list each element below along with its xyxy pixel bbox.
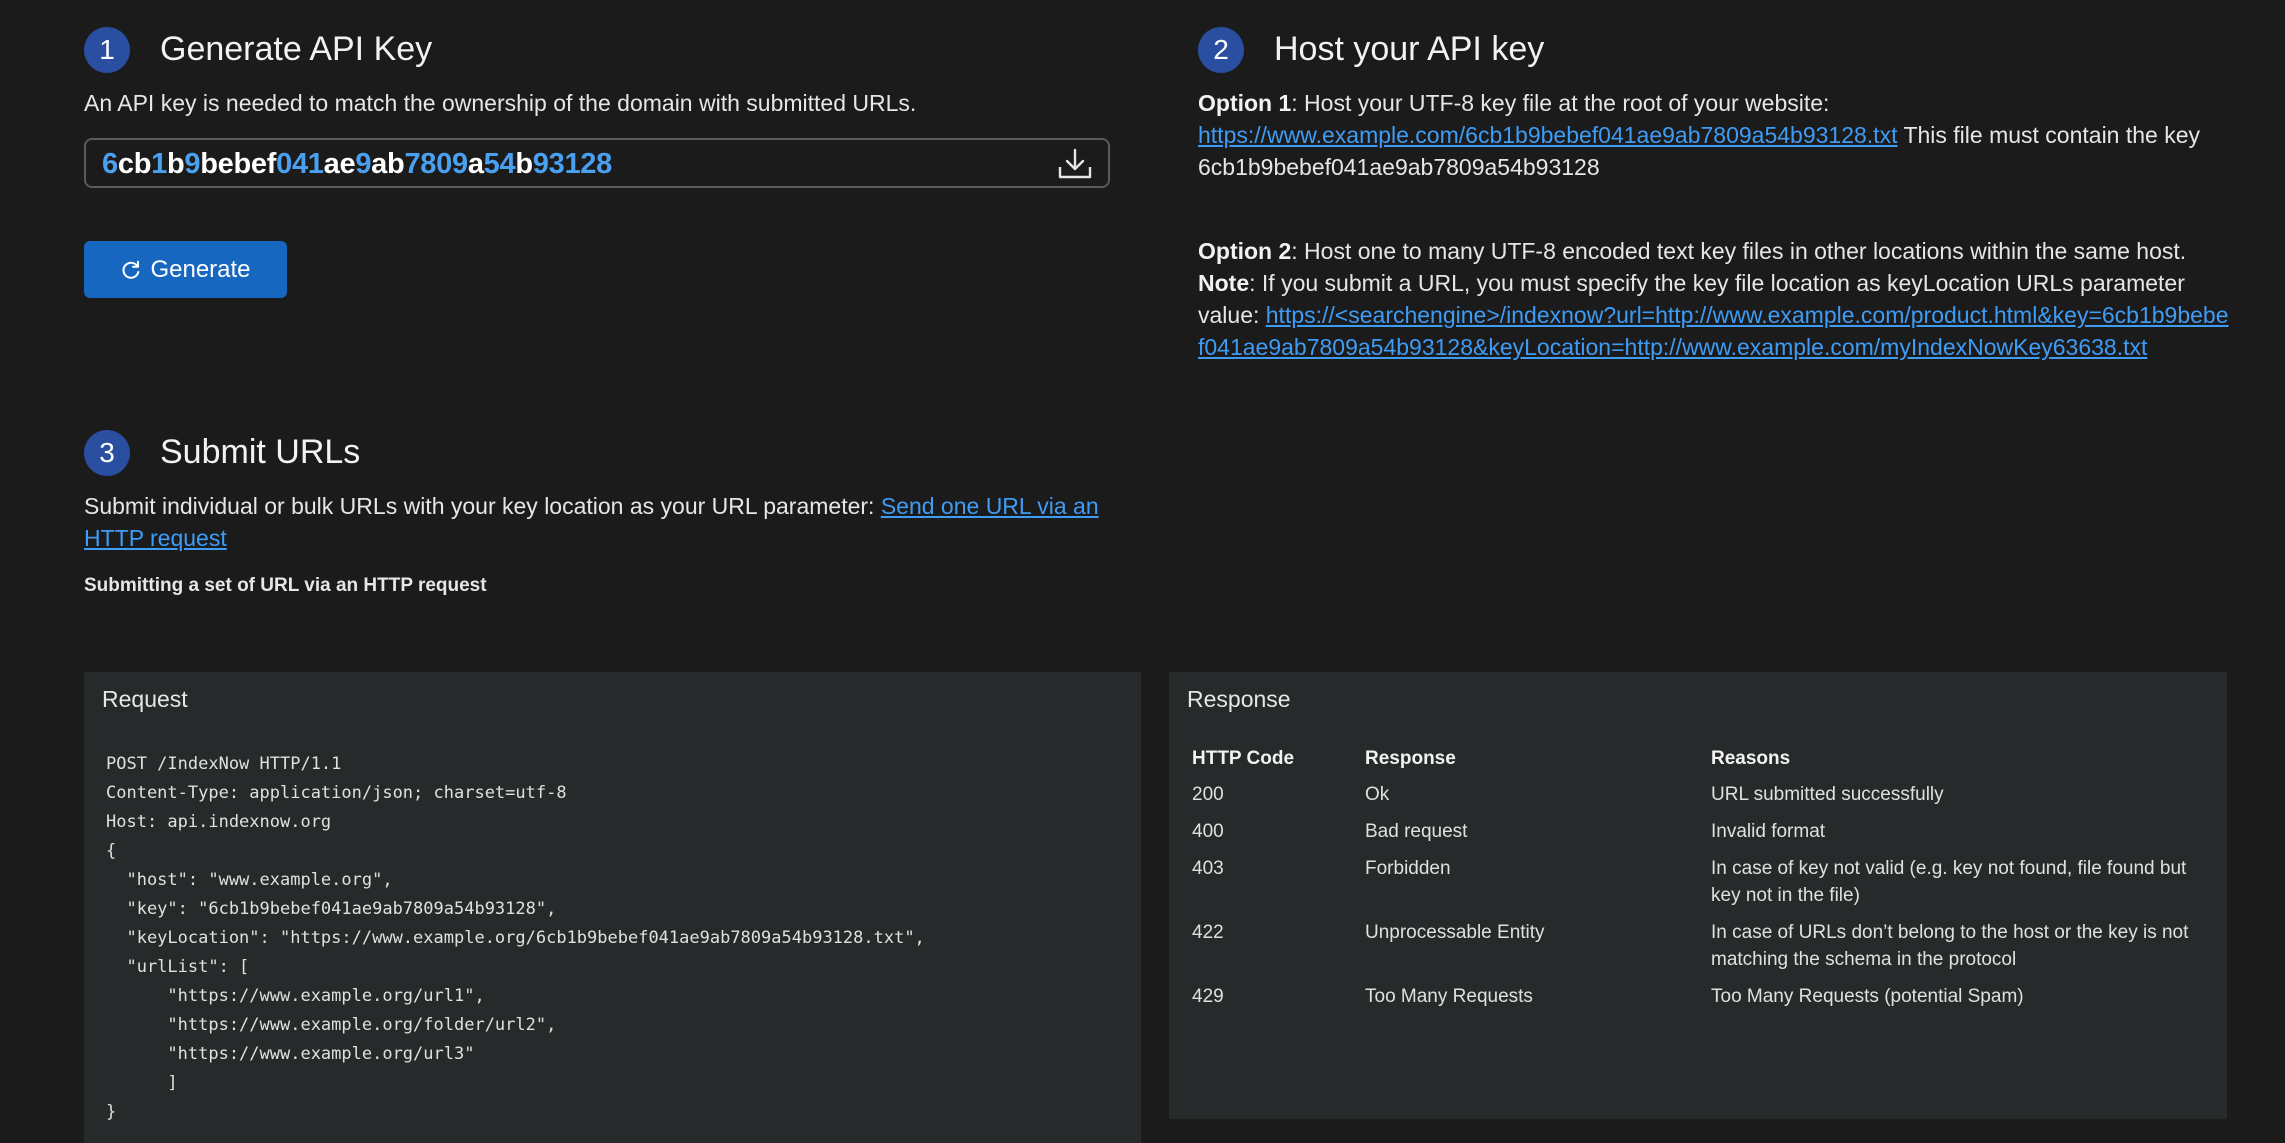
reason-cell: URL submitted successfully <box>1711 784 1944 805</box>
response-table-header: HTTP Code Response Reasons <box>1183 742 2219 777</box>
response-cell: Unprocessable Entity <box>1365 922 1545 943</box>
header-response: Response <box>1365 748 1456 769</box>
http-code-cell: 422 <box>1192 922 1224 943</box>
reason-cell: In case of URLs don’t belong to the host… <box>1711 922 2189 970</box>
step-3-subheading: Submitting a set of URL via an HTTP requ… <box>84 575 487 596</box>
step-3-description: Submit individual or bulk URLs with your… <box>84 490 1144 554</box>
table-row: 429 Too Many Requests Too Many Requests … <box>1183 979 2219 1016</box>
response-panel: Response HTTP Code Response Reasons 200 … <box>1169 672 2227 1119</box>
response-cell: Bad request <box>1365 821 1468 842</box>
note-label: Note <box>1198 270 1250 296</box>
option-2-text: : Host one to many UTF-8 encoded text ke… <box>1291 238 2187 264</box>
reason-cell: Too Many Requests (potential Spam) <box>1711 986 2024 1007</box>
step-2-number: 2 <box>1213 34 1229 65</box>
http-code-cell: 400 <box>1192 821 1224 842</box>
http-code-cell: 429 <box>1192 986 1224 1007</box>
option-2-paragraph: Option 2: Host one to many UTF-8 encoded… <box>1198 235 2230 363</box>
step-2-badge: 2 <box>1198 27 1244 73</box>
download-icon[interactable] <box>1056 147 1094 181</box>
reason-cell: In case of key not valid (e.g. key not f… <box>1711 858 2187 906</box>
response-table: HTTP Code Response Reasons 200 Ok URL su… <box>1183 742 2219 1016</box>
http-code-cell: 200 <box>1192 784 1224 805</box>
step-3-title: Submit URLs <box>160 433 361 471</box>
generate-button[interactable]: Generate <box>84 241 287 298</box>
table-row: 400 Bad request Invalid format <box>1183 814 2219 851</box>
step-2-title: Host your API key <box>1274 30 1545 68</box>
request-title: Request <box>102 686 188 712</box>
header-reasons: Reasons <box>1711 748 1791 769</box>
refresh-icon <box>120 259 142 281</box>
table-row: 422 Unprocessable Entity In case of URLs… <box>1183 915 2219 979</box>
note-link[interactable]: https://<searchengine>/indexnow?url=http… <box>1198 302 2229 360</box>
option-1-link[interactable]: https://www.example.com/6cb1b9bebef041ae… <box>1198 122 1897 148</box>
step-1-badge: 1 <box>84 27 130 73</box>
option-1-text: : Host your UTF-8 key file at the root o… <box>1291 90 1830 116</box>
option-2-label: Option 2 <box>1198 238 1292 264</box>
request-panel: Request POST /IndexNow HTTP/1.1 Content-… <box>84 672 1141 1143</box>
header-http-code: HTTP Code <box>1192 748 1295 769</box>
response-cell: Too Many Requests <box>1365 986 1533 1007</box>
response-cell: Forbidden <box>1365 858 1451 879</box>
option-1-paragraph: Option 1: Host your UTF-8 key file at th… <box>1198 87 2228 183</box>
step-1-title: Generate API Key <box>160 30 433 68</box>
step-3-text: Submit individual or bulk URLs with your… <box>84 493 881 519</box>
api-key-field[interactable]: 6cb1b9bebef041ae9ab7809a54b93128 <box>84 138 1110 188</box>
response-title: Response <box>1187 686 1291 712</box>
http-code-cell: 403 <box>1192 858 1224 879</box>
step-3-number: 3 <box>99 437 115 468</box>
response-cell: Ok <box>1365 784 1390 805</box>
reason-cell: Invalid format <box>1711 821 1826 842</box>
step-1-description: An API key is needed to match the owners… <box>84 90 917 116</box>
table-row: 403 Forbidden In case of key not valid (… <box>1183 851 2219 915</box>
step-1-number: 1 <box>99 34 115 65</box>
step-3-badge: 3 <box>84 430 130 476</box>
request-code: POST /IndexNow HTTP/1.1 Content-Type: ap… <box>106 754 925 1122</box>
option-1-label: Option 1 <box>1198 90 1292 116</box>
api-key-value[interactable]: 6cb1b9bebef041ae9ab7809a54b93128 <box>102 148 612 181</box>
table-row: 200 Ok URL submitted successfully <box>1183 777 2219 814</box>
generate-label: Generate <box>150 255 251 283</box>
